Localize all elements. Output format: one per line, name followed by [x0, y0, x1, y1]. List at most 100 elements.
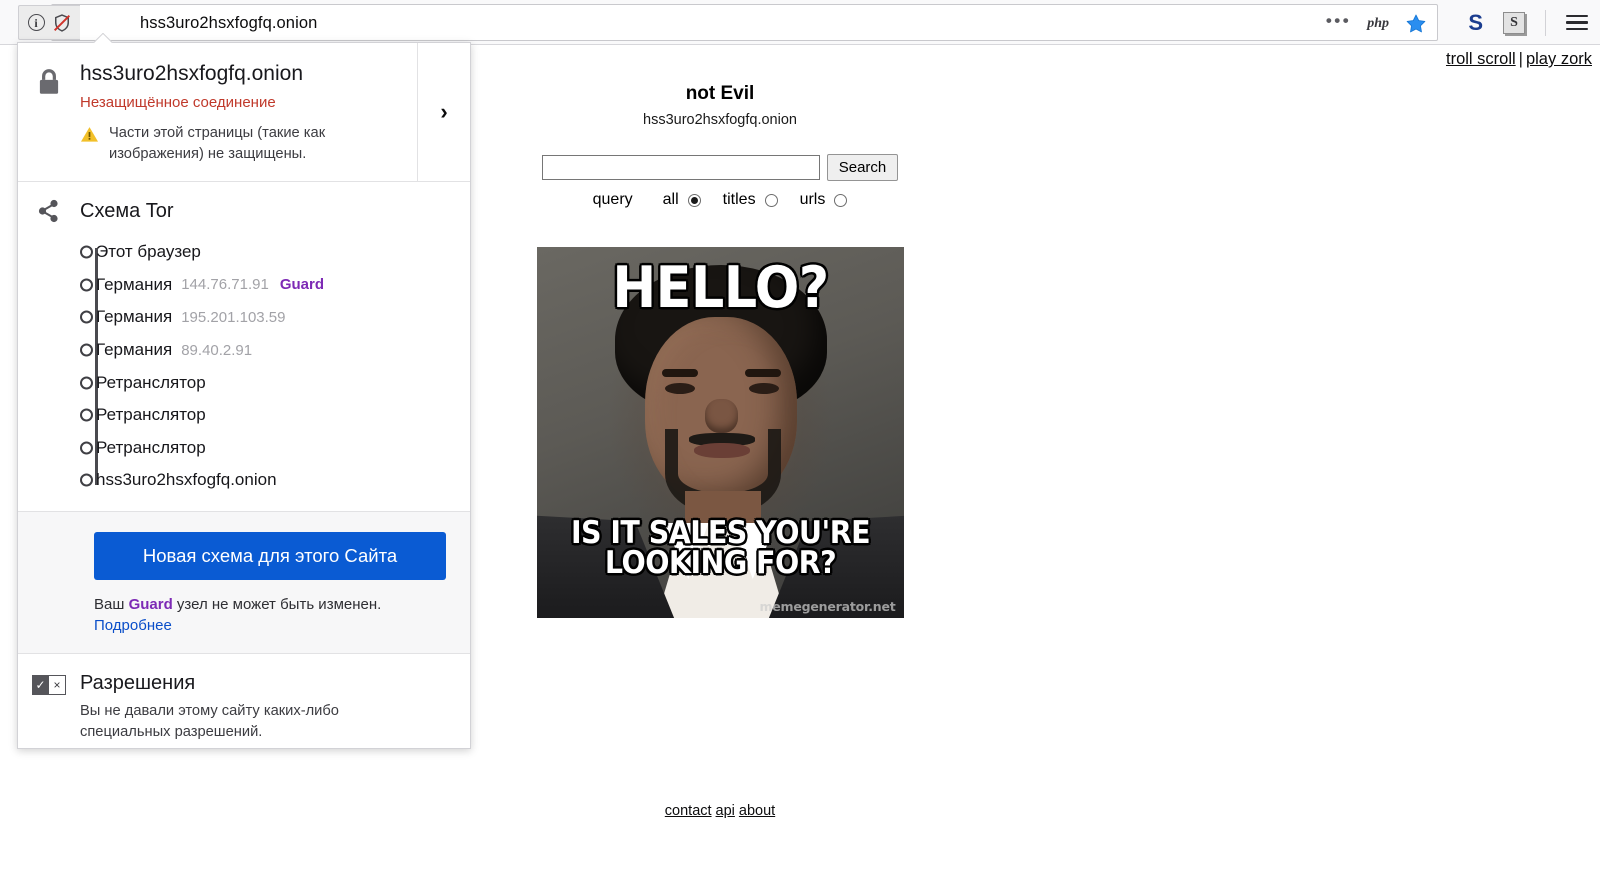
circuit-node-dot: [80, 473, 93, 487]
meme-image: HELLO? IS IT SALES YOU'RE LOOKING FOR? m…: [536, 247, 904, 618]
circuit-node-ip: 89.40.2.91: [181, 341, 253, 359]
tor-circuit-section: Схема Tor Этот браузер Германия 144.76.71.…: [18, 182, 470, 511]
circuit-node-ip: 195.201.103.59: [181, 308, 286, 326]
mixed-content-warning: Части этой страницы (такие как изображен…: [80, 123, 462, 165]
broken-shield-icon: [52, 13, 72, 33]
tor-circuit-node-list: Этот браузер Германия 144.76.71.91 Guard Гер…: [18, 236, 470, 497]
panel-arrow: [93, 33, 113, 43]
radio-urls[interactable]: [834, 193, 848, 207]
warning-triangle-icon: [80, 123, 99, 148]
connection-security-section: hss3uro2hsxfogfq.onion Незащищённое соед…: [18, 43, 470, 181]
tor-circuit-node: Ретранслятор: [80, 399, 470, 432]
query-label: query: [592, 191, 633, 208]
guard-note-badge: Guard: [128, 595, 173, 613]
info-icon: i: [27, 14, 45, 31]
option-label-urls: urls: [799, 191, 826, 208]
browser-extension-icons: S S: [1468, 0, 1588, 45]
circuit-node-ip: 144.76.71.91: [181, 276, 269, 294]
s-blue-icon[interactable]: S: [1468, 10, 1483, 36]
top-links-separator: |: [1518, 50, 1523, 68]
permissions-title: Разрешения: [80, 671, 196, 694]
circuit-node-name: Германия: [96, 274, 173, 294]
tor-circuit-title: Схема Tor: [80, 199, 174, 222]
tor-circuit-node: hss3uro2hsxfogfq.onion: [80, 464, 470, 497]
meme-eye-left: [664, 383, 695, 394]
permissions-cross-glyph: ×: [49, 674, 66, 695]
footer-links: contact api about: [0, 803, 1440, 819]
circuit-node-dot: [80, 441, 93, 455]
radio-titles[interactable]: [764, 193, 778, 207]
circuit-node-name: Ретранслятор: [96, 372, 206, 392]
tor-circuit-node: Ретранслятор: [80, 366, 470, 399]
meme-bottom-text: IS IT SALES YOU'RE LOOKING FOR?: [570, 515, 870, 581]
search-button[interactable]: Search: [826, 154, 899, 181]
urlbar-right-icons: ••• php: [1326, 5, 1427, 42]
link-about[interactable]: about: [739, 803, 775, 819]
link-contact[interactable]: contact: [665, 803, 712, 819]
option-label-titles: titles: [722, 191, 756, 208]
hamburger-menu-icon[interactable]: [1566, 14, 1588, 31]
meme-top-text: HELLO?: [611, 255, 829, 321]
tor-circuit-icon: [18, 198, 80, 224]
top-links: troll scroll | play zork: [1446, 50, 1592, 69]
permissions-checkbox-icon: ✓ ×: [32, 674, 66, 744]
url-text: hss3uro2hsxfogfq.onion: [140, 14, 318, 32]
new-circuit-button[interactable]: Новая схема для этого Сайта: [94, 531, 446, 580]
browser-toolbar: hss3uro2hsxfogfq.onion ••• php i S S: [0, 0, 1600, 45]
circuit-node-name: Германия: [96, 307, 173, 327]
url-bar[interactable]: hss3uro2hsxfogfq.onion ••• php: [51, 4, 1438, 41]
radio-all[interactable]: [687, 193, 701, 207]
link-api[interactable]: api: [716, 803, 735, 819]
learn-more-link[interactable]: Подробнее: [94, 617, 172, 634]
permissions-check-glyph: ✓: [32, 674, 49, 695]
site-identity-panel: hss3uro2hsxfogfq.onion Незащищённое соед…: [17, 42, 471, 749]
circuit-node-guard-badge: Guard: [279, 276, 324, 294]
lock-icon: [18, 61, 80, 165]
guard-note: Ваш Guard узел не может быть изменен.: [94, 596, 470, 613]
circuit-node-dot: [80, 245, 93, 259]
tor-circuit-node: Германия 144.76.71.91 Guard: [80, 269, 470, 302]
circuit-node-dot: [80, 310, 93, 324]
circuit-node-name: hss3uro2hsxfogfq.onion: [96, 470, 277, 490]
php-icon[interactable]: php: [1367, 16, 1389, 32]
mixed-content-text: Части этой страницы (такие как изображен…: [109, 125, 326, 163]
circuit-node-name: Ретранслятор: [96, 437, 206, 457]
circuit-node-dot: [80, 408, 93, 422]
tor-circuit-node: Ретранслятор: [80, 432, 470, 465]
expand-connection-details-button[interactable]: ›: [417, 43, 470, 181]
toolbar-divider: [1545, 9, 1546, 36]
s-gray-icon[interactable]: S: [1503, 11, 1525, 34]
permissions-body: Разрешения Вы не давали этому сайту каки…: [80, 672, 380, 744]
permissions-icon: ✓ ×: [18, 672, 80, 744]
tor-circuit-node: Германия 195.201.103.59: [80, 301, 470, 334]
circuit-node-name: Германия: [96, 340, 173, 360]
meme-eye-right: [748, 383, 779, 394]
search-input[interactable]: [541, 155, 820, 180]
tor-circuit-node: Германия 89.40.2.91: [80, 334, 470, 367]
site-identity-button[interactable]: i: [18, 5, 80, 40]
permissions-text: Вы не давали этому сайту каких-либо спец…: [80, 702, 339, 741]
more-dots-icon[interactable]: •••: [1326, 12, 1351, 35]
tor-circuit-node: Этот браузер: [80, 236, 470, 269]
guard-note-suffix: узел не может быть изменен.: [172, 595, 382, 613]
tor-circuit-header: Схема Tor: [18, 198, 470, 224]
chevron-right-icon: ›: [440, 99, 448, 124]
link-troll-scroll[interactable]: troll scroll: [1446, 50, 1516, 68]
guard-note-prefix: Ваш: [94, 595, 129, 613]
bookmark-star-icon[interactable]: [1405, 13, 1427, 35]
meme-eyebrow-left: [661, 369, 698, 377]
circuit-node-dot: [80, 278, 93, 292]
option-label-all: all: [662, 191, 679, 208]
connection-status: Незащищённое соединение: [80, 94, 276, 112]
meme-nose: [704, 399, 738, 433]
connection-security-body: hss3uro2hsxfogfq.onion Незащищённое соед…: [80, 61, 470, 165]
new-circuit-section: Новая схема для этого Сайта Ваш Guard уз…: [18, 511, 470, 653]
panel-host: hss3uro2hsxfogfq.onion: [80, 62, 303, 85]
circuit-node-name: Ретранслятор: [96, 405, 206, 425]
permissions-section: ✓ × Разрешения Вы не давали этому сайту …: [18, 654, 470, 744]
link-play-zork[interactable]: play zork: [1526, 50, 1592, 68]
circuit-node-dot: [80, 343, 93, 357]
meme-eyebrow-right: [744, 369, 781, 377]
meme-watermark: memegenerator.net: [759, 599, 896, 614]
circuit-node-name: Этот браузер: [96, 242, 201, 262]
